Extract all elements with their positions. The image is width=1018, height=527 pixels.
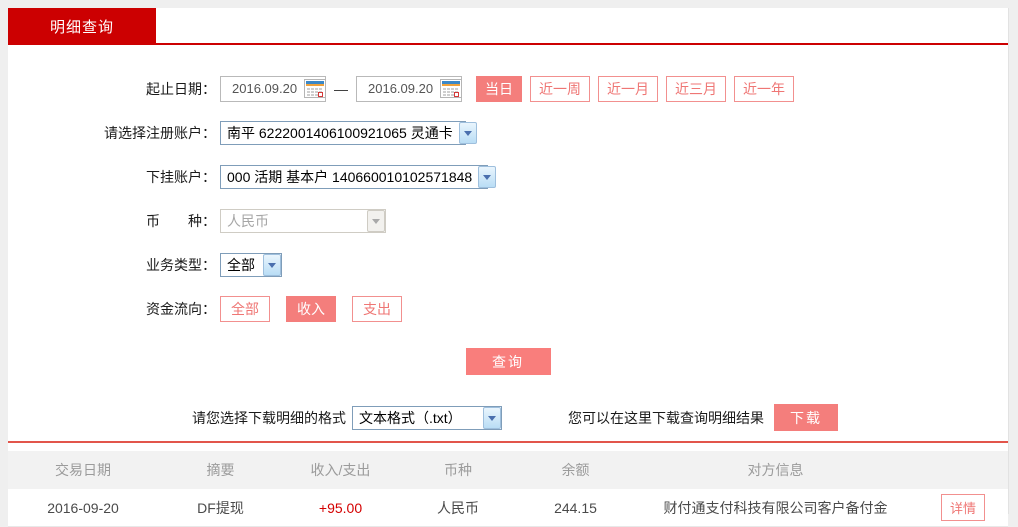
range-last-week-button[interactable]: 近一周 <box>530 75 590 102</box>
sub-account-select[interactable]: 000 活期 基本户 140660010102571848 <box>220 164 497 189</box>
tab-bar: 明细查询 <box>8 8 1008 45</box>
download-format-label: 请您选择下载明细的格式 <box>192 409 346 426</box>
chevron-down-icon[interactable] <box>478 165 497 188</box>
range-today-button[interactable]: 当日 <box>476 75 522 102</box>
header-amount: 收入/支出 <box>310 462 371 478</box>
currency-row: 币 种： 人民币 <box>8 207 1008 234</box>
sub-account-value: 000 活期 基本户 140660010102571848 <box>227 168 473 185</box>
chevron-down-icon <box>367 209 385 232</box>
end-date-field[interactable] <box>356 75 462 102</box>
header-balance: 余额 <box>561 462 590 478</box>
download-row: 请您选择下载明细的格式 文本格式（.txt） 您可以在这里下载查询明细结果 下载 <box>8 404 1008 431</box>
header-summary: 摘要 <box>206 462 235 478</box>
content-panel: 明细查询 起止日期： 2016.09.20 — 2016.09.20 当日 近一… <box>8 8 1009 527</box>
cell-currency: 人民币 <box>437 499 479 516</box>
cell-balance: 244.15 <box>554 499 597 516</box>
cell-summary: DF提现 <box>197 499 244 516</box>
detail-button[interactable]: 详情 <box>941 494 985 521</box>
header-counterparty: 对方信息 <box>747 462 804 478</box>
currency-value: 人民币 <box>227 212 269 229</box>
fund-flow-expense-button[interactable]: 支出 <box>352 295 402 322</box>
query-button-row: 查询 <box>8 348 1008 375</box>
registered-account-value: 南平 6222001406100921065 灵通卡 <box>227 124 453 141</box>
business-type-row: 业务类型： 全部 <box>8 251 1008 278</box>
table-header: 交易日期 摘要 收入/支出 币种 余额 对方信息 <box>8 451 1008 489</box>
currency-label: 币 种： <box>146 212 216 229</box>
download-format-select[interactable]: 文本格式（.txt） <box>352 405 502 430</box>
tab-detail-query[interactable]: 明细查询 <box>8 8 156 45</box>
registered-account-label: 请选择注册账户： <box>104 124 216 141</box>
range-last-3-months-button[interactable]: 近三月 <box>666 75 726 102</box>
chevron-down-icon[interactable] <box>263 253 281 276</box>
date-range-label: 起止日期： <box>146 80 216 97</box>
currency-select: 人民币 <box>220 208 386 233</box>
date-range-row: 起止日期： — <box>8 75 1008 102</box>
cell-amount: +95.00 <box>318 499 363 516</box>
calendar-icon[interactable] <box>440 79 462 98</box>
calendar-icon[interactable] <box>304 79 326 98</box>
download-hint: 您可以在这里下载查询明细结果 <box>568 409 764 426</box>
end-date-input[interactable] <box>368 81 440 96</box>
range-last-year-button[interactable]: 近一年 <box>734 75 794 102</box>
business-type-label: 业务类型： <box>146 256 216 273</box>
range-last-month-button[interactable]: 近一月 <box>598 75 658 102</box>
chevron-down-icon[interactable] <box>483 406 501 429</box>
fund-flow-all-button[interactable]: 全部 <box>220 295 270 322</box>
download-format-value: 文本格式（.txt） <box>359 409 462 426</box>
chevron-down-icon[interactable] <box>458 121 477 144</box>
download-button[interactable]: 下载 <box>774 404 838 431</box>
query-form: 起止日期： — <box>8 45 1008 431</box>
query-button[interactable]: 查询 <box>465 348 551 375</box>
table-separator <box>8 441 1008 443</box>
fund-flow-row: 资金流向： 全部 收入 支出 <box>8 295 1008 322</box>
sub-account-row: 下挂账户： 000 活期 基本户 140660010102571848 <box>8 163 1008 190</box>
cell-date: 2016-09-20 <box>47 499 119 516</box>
registered-account-row: 请选择注册账户： 南平 6222001406100921065 灵通卡 <box>8 119 1008 146</box>
table-row: 2016-09-20 DF提现 +95.00 人民币 244.15 财付通支付科… <box>8 489 1008 527</box>
header-currency: 币种 <box>444 462 472 478</box>
date-range-separator: — <box>334 80 348 97</box>
start-date-field[interactable] <box>220 75 326 102</box>
sub-account-label: 下挂账户： <box>146 168 216 185</box>
cell-counterparty: 财付通支付科技有限公司客户备付金 <box>663 499 888 516</box>
registered-account-select[interactable]: 南平 6222001406100921065 灵通卡 <box>220 120 477 145</box>
start-date-input[interactable] <box>232 81 304 96</box>
business-type-value: 全部 <box>227 256 255 273</box>
fund-flow-income-button[interactable]: 收入 <box>286 295 336 322</box>
fund-flow-label: 资金流向： <box>146 300 216 317</box>
header-date: 交易日期 <box>55 462 111 478</box>
business-type-select[interactable]: 全部 <box>220 252 282 277</box>
